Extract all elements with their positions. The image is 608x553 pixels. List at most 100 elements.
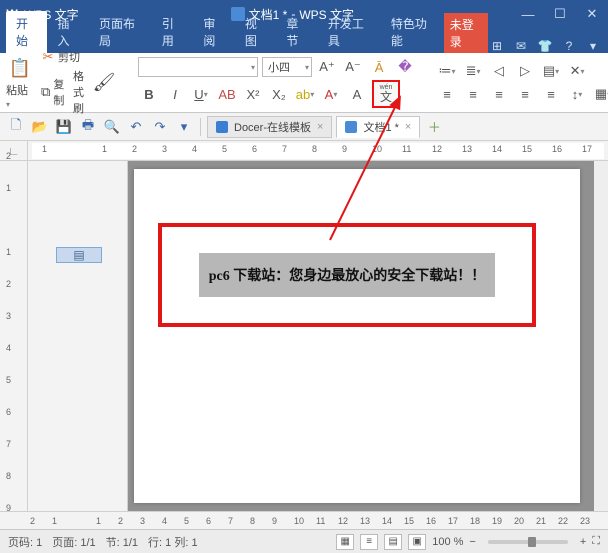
line-spacing-button[interactable]: ↕ [566, 84, 588, 104]
bold-button[interactable]: B [138, 84, 160, 104]
status-section[interactable]: 节: 1/1 [106, 534, 138, 550]
menu-down-icon[interactable]: ▾ [584, 39, 602, 53]
help-icon[interactable]: ? [560, 39, 578, 53]
align-distribute-button[interactable]: ≡ [540, 84, 562, 104]
bullet-list-button[interactable]: ≔ [436, 61, 458, 81]
ruler-corner[interactable]: ∟ [0, 141, 28, 161]
superscript-button[interactable]: X² [242, 84, 264, 104]
status-page[interactable]: 页码: 1 [8, 534, 42, 550]
work-area: 21123456789 ▤ pc6 下载站：您身边最放心的安全下载站！！ [0, 161, 608, 511]
skin-icon[interactable]: ⊞ [488, 39, 506, 53]
docer-icon [216, 121, 228, 133]
paste-icon: 📋 [6, 56, 34, 82]
status-pages[interactable]: 页面: 1/1 [52, 534, 95, 550]
align-right-button[interactable]: ≡ [514, 84, 536, 104]
qat-more-button[interactable]: ▾ [174, 117, 194, 137]
cut-button[interactable]: ✂剪切 [40, 49, 84, 65]
horizontal-ruler[interactable]: 21123456789101112131415161718 [32, 143, 604, 159]
nav-pane[interactable]: ▤ [28, 161, 128, 511]
underline-button[interactable]: U [190, 84, 212, 104]
vertical-ruler[interactable]: 21123456789 [0, 161, 28, 511]
window-minimize-button[interactable]: — [516, 4, 540, 24]
doc1-tab[interactable]: 文档1 * × [336, 116, 420, 138]
status-pos[interactable]: 行: 1 列: 1 [148, 534, 198, 550]
undo-button[interactable]: ↶ [126, 117, 146, 137]
view-web-button[interactable]: ▤ [384, 534, 402, 550]
strike-button[interactable]: AB [216, 84, 238, 104]
format-painter-button[interactable]: 格式刷 [73, 68, 84, 116]
zoom-slider[interactable] [488, 540, 568, 544]
decrease-indent-button[interactable]: ◁ [488, 61, 510, 81]
phonetic-guide-button[interactable]: wén文 [372, 80, 400, 108]
status-bar: 页码: 1 页面: 1/1 节: 1/1 行: 1 列: 1 ▦ ≡ ▤ ▣ 1… [0, 529, 608, 553]
align-center-button[interactable]: ≡ [488, 84, 510, 104]
quick-access-toolbar: 🗋 📂 💾 🖶 🔍 ↶ ↷ ▾ Docer-在线模板 × 文档1 * × ＋ [0, 113, 608, 141]
copy-button[interactable]: ⧉复制 [40, 76, 69, 108]
align-left-button[interactable]: ≡ [462, 84, 484, 104]
tab-review[interactable]: 审阅 [193, 11, 234, 53]
docer-tab[interactable]: Docer-在线模板 × [207, 116, 332, 138]
tab-layout[interactable]: 页面布局 [89, 11, 152, 53]
tab-feature[interactable]: 特色功能 [381, 11, 444, 53]
ruler-bar: ∟ 21123456789101112131415161718 [0, 141, 608, 161]
font-size-select[interactable]: 小四 [262, 57, 312, 77]
format-painter-big-button[interactable]: 🖌 [90, 70, 118, 96]
tab-section[interactable]: 章节 [276, 11, 317, 53]
change-case-button[interactable]: Ā [368, 57, 390, 77]
tab-view[interactable]: 视图 [235, 11, 276, 53]
view-read-button[interactable]: ▣ [408, 534, 426, 550]
asian-layout-button[interactable]: ✕ [566, 61, 588, 81]
view-print-button[interactable]: ▦ [336, 534, 354, 550]
shading-button[interactable]: ▦ [592, 84, 608, 104]
doc-tab-icon [345, 121, 357, 133]
print-preview-button[interactable]: 🔍 [102, 117, 122, 137]
fullscreen-button[interactable]: ⛶ [592, 535, 600, 548]
increase-indent-button[interactable]: ▷ [514, 61, 536, 81]
paste-button[interactable]: 📋 粘贴 [6, 56, 34, 110]
open-button[interactable]: 📂 [30, 117, 50, 137]
paste-label: 粘贴 [6, 82, 34, 110]
tab-reference[interactable]: 引用 [152, 11, 193, 53]
text-direction-button[interactable]: ▤ [540, 61, 562, 81]
redo-button[interactable]: ↷ [150, 117, 170, 137]
scissors-icon: ✂ [40, 49, 56, 65]
annotation-box: pc6 下载站：您身边最放心的安全下载站！！ [158, 223, 536, 327]
copy-icon: ⧉ [40, 84, 51, 100]
new-button[interactable]: 🗋 [6, 117, 26, 137]
nav-thumbnail[interactable]: ▤ [56, 247, 102, 263]
subscript-button[interactable]: X₂ [268, 84, 290, 104]
shirt-icon[interactable]: 👕 [536, 39, 554, 53]
doc1-close-icon[interactable]: × [405, 121, 411, 133]
save-button[interactable]: 💾 [54, 117, 74, 137]
char-shading-button[interactable]: A [346, 84, 368, 104]
tab-dev[interactable]: 开发工具 [318, 11, 381, 53]
document-page[interactable]: pc6 下载站：您身边最放心的安全下载站！！ [134, 169, 580, 503]
bottom-ruler: 211234567891011121314151617181920212223 [0, 511, 608, 529]
print-button[interactable]: 🖶 [78, 117, 98, 137]
tab-start[interactable]: 开始 [6, 11, 47, 53]
brush-icon: 🖌 [90, 70, 118, 96]
docer-label: Docer-在线模板 [234, 119, 311, 135]
feedback-icon[interactable]: ✉ [512, 39, 530, 53]
italic-button[interactable]: I [164, 84, 186, 104]
docer-close-icon[interactable]: × [317, 121, 323, 133]
new-tab-button[interactable]: ＋ [424, 117, 444, 137]
highlight-button[interactable]: ab [294, 84, 316, 104]
tab-insert[interactable]: 插入 [47, 11, 88, 53]
number-list-button[interactable]: ≣ [462, 61, 484, 81]
ribbon: 📋 粘贴 ✂剪切 ⧉复制 格式刷 🖌 小四 A⁺ A⁻ Ā � B I U AB… [0, 53, 608, 113]
view-outline-button[interactable]: ≡ [360, 534, 378, 550]
window-maximize-button[interactable]: ☐ [548, 4, 572, 24]
login-button[interactable]: 未登录 [444, 13, 488, 53]
selected-text[interactable]: pc6 下载站：您身边最放心的安全下载站！！ [199, 253, 496, 297]
vertical-scrollbar[interactable] [594, 161, 608, 511]
window-close-button[interactable]: ✕ [580, 4, 604, 24]
clear-format-button[interactable]: � [394, 57, 416, 77]
font-color-button[interactable]: A [320, 84, 342, 104]
shrink-font-button[interactable]: A⁻ [342, 57, 364, 77]
grow-font-button[interactable]: A⁺ [316, 57, 338, 77]
font-name-select[interactable] [138, 57, 258, 77]
align-justify-both-button[interactable]: ≡ [436, 84, 458, 104]
doc1-label: 文档1 * [363, 119, 398, 135]
menu-bar: 开始 插入 页面布局 引用 审阅 视图 章节 开发工具 特色功能 未登录 ⊞ ✉… [0, 28, 608, 53]
